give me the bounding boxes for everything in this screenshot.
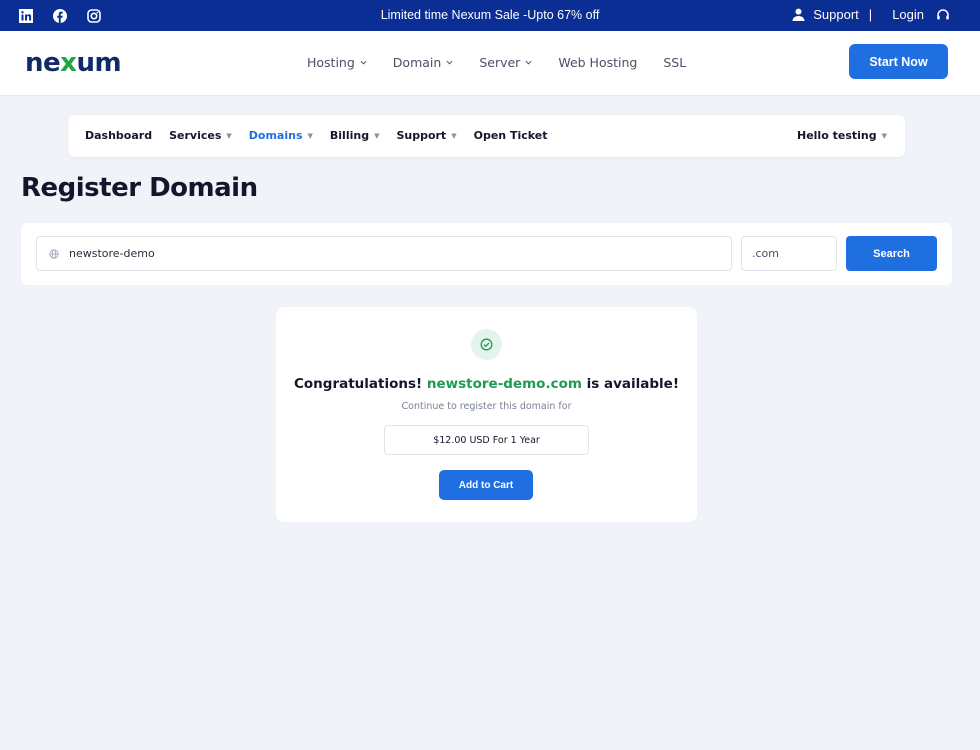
clientnav-open-ticket[interactable]: Open Ticket bbox=[474, 129, 548, 142]
top-bar-account: Support | Login bbox=[792, 7, 950, 22]
separator: | bbox=[868, 7, 873, 22]
domain-search-input[interactable]: newstore-demo bbox=[36, 236, 732, 271]
availability-subtitle: Continue to register this domain for bbox=[401, 401, 572, 412]
caret-down-icon: ▼ bbox=[307, 131, 313, 140]
domain-search-panel: newstore-demo .com Search bbox=[21, 223, 952, 285]
caret-down-icon: ▼ bbox=[226, 131, 232, 140]
add-to-cart-button[interactable]: Add to Cart bbox=[439, 470, 533, 500]
caret-down-icon: ▼ bbox=[451, 131, 457, 140]
caret-down-icon: ▼ bbox=[374, 131, 380, 140]
tld-field[interactable]: .com bbox=[741, 236, 837, 271]
globe-icon bbox=[49, 248, 59, 259]
domain-search-value: newstore-demo bbox=[69, 247, 155, 260]
chevron-down-icon bbox=[446, 60, 453, 65]
search-button[interactable]: Search bbox=[846, 236, 937, 271]
available-domain: newstore-demo.com bbox=[426, 376, 582, 392]
user-icon bbox=[792, 8, 805, 21]
site-header: nexum Hosting Domain Server Web Hosting … bbox=[0, 31, 980, 96]
clientnav-dashboard[interactable]: Dashboard bbox=[85, 129, 152, 142]
clientnav-domains[interactable]: Domains ▼ bbox=[249, 129, 313, 142]
clientnav-support[interactable]: Support ▼ bbox=[396, 129, 456, 142]
nexum-logo[interactable]: nexum bbox=[25, 48, 122, 78]
caret-down-icon: ▼ bbox=[881, 131, 887, 140]
clientnav-billing[interactable]: Billing ▼ bbox=[330, 129, 380, 142]
check-circle-icon bbox=[471, 329, 502, 360]
nav-server[interactable]: Server bbox=[479, 55, 532, 70]
availability-message: Congratulations! newstore-demo.com is av… bbox=[293, 376, 679, 392]
client-nav: Dashboard Services ▼ Domains ▼ Billing ▼ Su… bbox=[68, 115, 905, 157]
chevron-down-icon bbox=[360, 60, 367, 65]
main-nav: Hosting Domain Server Web Hosting SSL bbox=[307, 55, 686, 70]
top-bar: Limited time Nexum Sale -Upto 67% off Su… bbox=[0, 0, 980, 31]
page-title: Register Domain bbox=[21, 173, 258, 203]
nav-web-hosting[interactable]: Web Hosting bbox=[558, 55, 637, 70]
price-option[interactable]: $12.00 USD For 1 Year bbox=[384, 425, 589, 455]
nav-ssl[interactable]: SSL bbox=[663, 55, 686, 70]
chevron-down-icon bbox=[525, 60, 532, 65]
availability-card: Congratulations! newstore-demo.com is av… bbox=[276, 307, 697, 522]
user-menu[interactable]: Hello testing ▼ bbox=[797, 129, 887, 142]
clientnav-services[interactable]: Services ▼ bbox=[169, 129, 232, 142]
support-link[interactable]: Support bbox=[813, 7, 859, 22]
start-now-button[interactable]: Start Now bbox=[849, 44, 948, 79]
login-link[interactable]: Login bbox=[892, 7, 924, 22]
nav-hosting[interactable]: Hosting bbox=[307, 55, 367, 70]
headset-icon[interactable] bbox=[936, 8, 950, 22]
nav-domain[interactable]: Domain bbox=[393, 55, 454, 70]
